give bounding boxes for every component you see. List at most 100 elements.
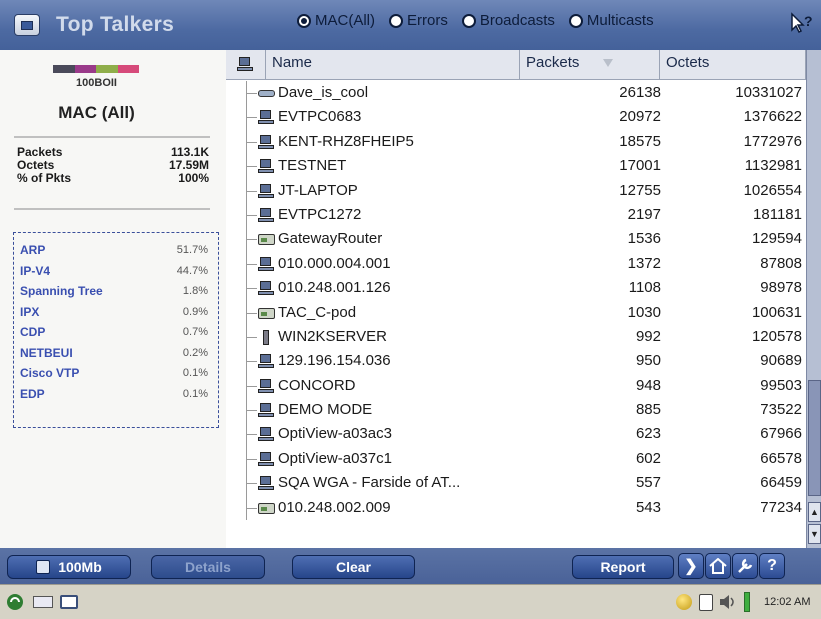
- divider: [14, 208, 210, 210]
- octets-value: 1376622: [743, 108, 802, 126]
- protocol-list: ARP 51.7% IP-V4 44.7% Spanning Tree 1.8% IP…: [13, 232, 219, 428]
- octets-value: 90689: [760, 352, 802, 370]
- table-row[interactable]: JT-LAPTOP 12755 1026554: [226, 178, 806, 203]
- protocol-percent: 0.1%: [182, 367, 208, 380]
- octets-value: 99503: [760, 376, 802, 394]
- device-name: Dave_is_cool: [278, 84, 369, 101]
- tree-connector: [246, 154, 258, 179]
- table-row[interactable]: 010.248.002.009 543 77234: [226, 495, 806, 521]
- speaker-icon[interactable]: [718, 592, 738, 612]
- top-talkers-table: Name Packets Octets Dave_is_cool 26138 103…: [226, 50, 806, 548]
- device-name: EVTPC1272: [278, 205, 362, 223]
- clipboard-icon[interactable]: [696, 592, 716, 612]
- device-name: 010.000.004.001: [278, 254, 391, 272]
- protocol-name: NETBEUI: [20, 345, 73, 360]
- computer-icon: [258, 403, 275, 418]
- table-row[interactable]: CONCORD 948 99503: [226, 373, 806, 399]
- column-header-name[interactable]: Name: [266, 50, 520, 80]
- tree-connector: [246, 324, 258, 350]
- protocol-row[interactable]: Spanning Tree 1.8%: [20, 281, 208, 302]
- table-row[interactable]: GatewayRouter 1536 129594: [226, 227, 806, 252]
- device-name: WIN2KSERVER: [278, 327, 387, 345]
- protocol-row[interactable]: EDP 0.1%: [20, 384, 208, 405]
- table-body: Dave_is_cool 26138 10331027 EVTPC0683 20972 1…: [226, 81, 806, 521]
- protocol-row[interactable]: NETBEUI 0.2%: [20, 343, 208, 364]
- context-help-icon[interactable]: ?: [790, 12, 814, 42]
- radio-mac-all[interactable]: MAC(All): [297, 12, 375, 29]
- table-row[interactable]: WIN2KSERVER 992 120578: [226, 324, 806, 350]
- table-row[interactable]: KENT-RHZ8FHEIP5 18575 1772976: [226, 129, 806, 155]
- table-row[interactable]: OptiView-a03ac3 623 67966: [226, 422, 806, 447]
- details-button[interactable]: Details: [151, 555, 265, 579]
- protocol-percent: 0.2%: [182, 346, 208, 359]
- column-header-packets[interactable]: Packets: [520, 50, 660, 80]
- device-name: JT-LAPTOP: [278, 181, 358, 199]
- clear-button[interactable]: Clear: [292, 555, 415, 579]
- packets-value: 12755: [619, 181, 661, 199]
- table-row[interactable]: 129.196.154.036 950 90689: [226, 349, 806, 374]
- help-icon[interactable]: ?: [759, 553, 785, 579]
- tree-connector: [246, 178, 258, 203]
- report-button[interactable]: Report: [572, 555, 674, 579]
- speed-button[interactable]: 100Mb: [7, 555, 131, 579]
- table-row[interactable]: EVTPC0683 20972 1376622: [226, 105, 806, 130]
- table-row[interactable]: EVTPC1272 2197 181181: [226, 202, 806, 228]
- radio-label: MAC(All): [315, 12, 375, 29]
- scroll-down-arrow-icon[interactable]: ▼: [808, 524, 821, 544]
- octets-value: 77234: [760, 498, 802, 516]
- computer-icon: [258, 378, 275, 394]
- column-header-icon[interactable]: [226, 50, 266, 80]
- keyboard-icon[interactable]: [32, 592, 54, 612]
- protocol-row[interactable]: IP-V4 44.7%: [20, 261, 208, 282]
- device-name: 010.248.001.126: [278, 279, 391, 297]
- table-row[interactable]: TESTNET 17001 1132981: [226, 154, 806, 179]
- protocol-row[interactable]: ARP 51.7%: [20, 240, 208, 261]
- filter-label: MAC (All): [58, 103, 135, 122]
- device-name: OptiView-a03ac3: [278, 425, 392, 443]
- tools-icon[interactable]: [732, 553, 758, 579]
- filter-radio-group: MAC(All) Errors Broadcasts Multicasts: [297, 12, 668, 29]
- octets-value: 129594: [751, 230, 802, 248]
- table-header: Name Packets Octets: [226, 50, 806, 80]
- table-row[interactable]: TAC_C-pod 1030 100631: [226, 300, 806, 325]
- tree-connector: [246, 471, 258, 496]
- octets-value: 87808: [760, 254, 802, 272]
- device-name: DEMO MODE: [278, 401, 373, 419]
- table-row[interactable]: OptiView-a037c1 602 66578: [226, 446, 806, 472]
- show-desktop-icon[interactable]: [58, 592, 80, 612]
- packets-value: 18575: [619, 132, 661, 150]
- network-status-icon[interactable]: [674, 592, 694, 612]
- computer-icon: [258, 110, 275, 125]
- protocol-row[interactable]: Cisco VTP 0.1%: [20, 363, 208, 384]
- table-row[interactable]: SQA WGA - Farside of AT... 557 66459: [226, 471, 806, 496]
- tree-connector: [246, 422, 258, 447]
- table-row[interactable]: Dave_is_cool 26138 10331027: [226, 81, 806, 106]
- stat-row: % of Pkts 100%: [17, 172, 209, 185]
- protocol-row[interactable]: CDP 0.7%: [20, 322, 208, 343]
- server-icon: [258, 329, 275, 345]
- protocol-row[interactable]: IPX 0.9%: [20, 302, 208, 323]
- protocol-name: IPX: [20, 304, 40, 319]
- protocol-percent: 0.9%: [182, 305, 208, 318]
- table-row[interactable]: 010.000.004.001 1372 87808: [226, 251, 806, 277]
- window-title: Top Talkers: [56, 13, 175, 36]
- radio-multicasts[interactable]: Multicasts: [568, 12, 654, 29]
- vertical-scrollbar[interactable]: ▲ ▼: [806, 50, 821, 548]
- octets-value: 66459: [760, 474, 802, 492]
- device-name: 010.248.002.009: [278, 498, 391, 516]
- window-menu-icon[interactable]: [14, 14, 40, 36]
- octets-value: 98978: [760, 279, 802, 297]
- scroll-up-arrow-icon[interactable]: ▲: [808, 502, 821, 522]
- radio-errors[interactable]: Errors: [389, 12, 448, 29]
- column-header-octets[interactable]: Octets: [660, 50, 806, 80]
- octets-value: 67966: [760, 425, 802, 443]
- start-menu-icon[interactable]: [5, 592, 27, 612]
- table-row[interactable]: DEMO MODE 885 73522: [226, 398, 806, 423]
- packets-value: 543: [635, 498, 661, 516]
- stat-value: 100%: [178, 171, 209, 185]
- scrollbar-thumb[interactable]: [808, 380, 821, 496]
- table-row[interactable]: 010.248.001.126 1108 98978: [226, 276, 806, 301]
- home-icon[interactable]: [705, 553, 731, 579]
- radio-broadcasts[interactable]: Broadcasts: [461, 12, 555, 29]
- forward-arrow-icon[interactable]: ❯: [678, 553, 704, 579]
